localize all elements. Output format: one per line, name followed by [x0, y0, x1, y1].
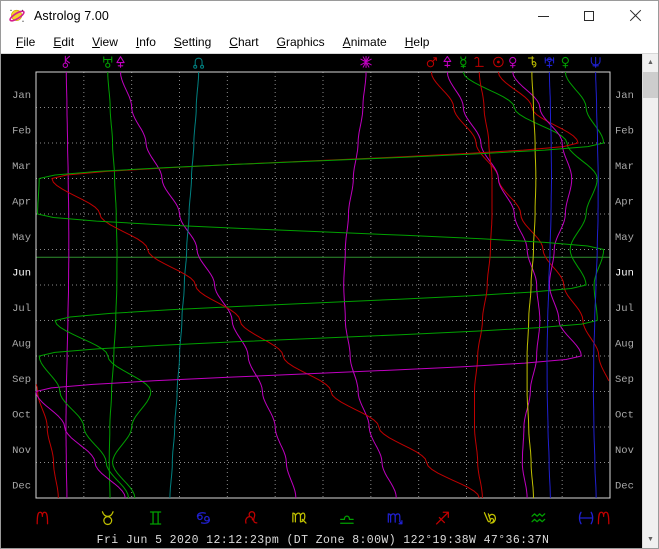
maximize-icon	[584, 11, 594, 21]
close-icon	[629, 10, 641, 22]
month-label-right-may: May	[615, 232, 634, 244]
vertical-scrollbar[interactable]: ▲ ▼	[642, 54, 658, 548]
month-label-left-apr: Apr	[12, 197, 31, 209]
month-label-right-jun: Jun	[615, 268, 634, 280]
month-label-right-oct: Oct	[615, 410, 634, 422]
window-controls	[520, 1, 658, 31]
minimize-button[interactable]	[520, 1, 566, 31]
menu-setting[interactable]: Setting	[165, 33, 220, 51]
month-label-right-mar: Mar	[615, 161, 634, 173]
month-label-left-mar: Mar	[12, 161, 31, 173]
menu-info[interactable]: Info	[127, 33, 165, 51]
minimize-icon	[537, 15, 549, 17]
month-label-left-jul: Jul	[12, 303, 31, 315]
month-label-left-aug: Aug	[12, 339, 31, 351]
title-bar: Astrolog 7.00	[1, 1, 658, 31]
month-label-right-nov: Nov	[615, 445, 634, 457]
astrolog-planet-icon	[8, 7, 26, 25]
month-label-right-sep: Sep	[615, 374, 634, 386]
scroll-down-icon[interactable]: ▼	[643, 531, 658, 548]
month-label-left-jan: Jan	[12, 90, 31, 102]
month-label-left-feb: Feb	[12, 126, 31, 138]
menu-graphics[interactable]: Graphics	[268, 33, 334, 51]
scrollbar-thumb[interactable]	[643, 72, 658, 98]
menu-bar: File Edit View Info Setting Chart Graphi…	[1, 31, 658, 54]
ephemeris-chart[interactable]: Jan Feb Mar Apr May Jun Jul Aug Sep Oct Nov Dec Jan F…	[1, 54, 645, 548]
month-label-right-dec: Dec	[615, 481, 634, 493]
scroll-up-icon[interactable]: ▲	[643, 54, 658, 71]
maximize-button[interactable]	[566, 1, 612, 31]
menu-file[interactable]: File	[7, 33, 44, 51]
month-label-right-jul: Jul	[615, 303, 634, 315]
month-label-left-dec: Dec	[12, 481, 31, 493]
menu-animate[interactable]: Animate	[334, 33, 396, 51]
month-label-right-aug: Aug	[615, 339, 634, 351]
window-title: Astrolog 7.00	[34, 9, 109, 23]
menu-chart[interactable]: Chart	[220, 33, 267, 51]
month-label-right-feb: Feb	[615, 126, 634, 138]
month-label-left-may: May	[12, 232, 31, 244]
zodiac-scorpio-icon	[387, 513, 403, 525]
month-label-right-jan: Jan	[615, 90, 634, 102]
month-label-left-nov: Nov	[12, 445, 31, 457]
month-label-left-oct: Oct	[12, 410, 31, 422]
chart-canvas[interactable]: Jan Feb Mar Apr May Jun Jul Aug Sep Oct Nov Dec Jan F…	[1, 54, 658, 548]
month-label-left-jun: Jun	[12, 268, 31, 280]
status-bar-text: Fri Jun 5 2020 12:12:23pm (DT Zone 8:00W…	[97, 534, 550, 547]
month-label-left-sep: Sep	[12, 374, 31, 386]
astrolog-window: Astrolog 7.00 File Edit View Info Settin…	[0, 0, 659, 549]
month-label-right-apr: Apr	[615, 197, 634, 209]
menu-edit[interactable]: Edit	[44, 33, 83, 51]
menu-help[interactable]: Help	[396, 33, 439, 51]
menu-view[interactable]: View	[83, 33, 127, 51]
close-button[interactable]	[612, 1, 658, 31]
